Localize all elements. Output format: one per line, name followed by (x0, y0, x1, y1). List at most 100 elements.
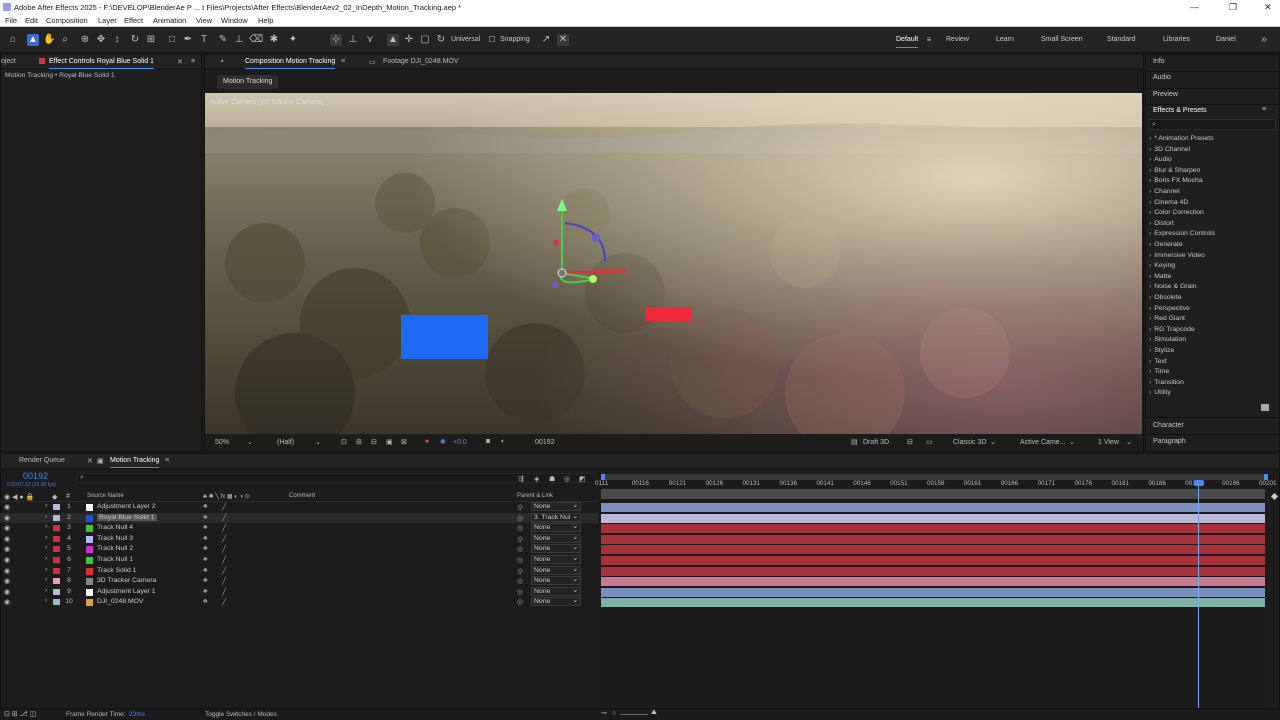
rotate-tool-icon[interactable]: ↻ (129, 34, 141, 46)
effect-category-item[interactable]: * Animation Presets (1149, 135, 1213, 142)
pickwhip-icon[interactable]: ◎ (517, 545, 523, 553)
view-layout-select[interactable]: 1 View (1098, 439, 1119, 446)
layer-duration-bar[interactable] (601, 545, 1265, 555)
effect-category-item[interactable]: Expression Controls (1149, 230, 1215, 237)
pickwhip-icon[interactable]: ◎ (517, 535, 523, 543)
comp-breadcrumb-chip[interactable]: Motion Tracking (217, 75, 279, 89)
shy-switch-icon[interactable]: ♣ (203, 588, 208, 595)
paragraph-panel-tab[interactable]: Paragraph (1153, 438, 1186, 445)
layer-duration-bar[interactable] (601, 577, 1265, 587)
pan-tool-icon[interactable]: ✥ (95, 34, 107, 46)
quality-switch-icon[interactable]: ╱ (222, 577, 226, 585)
footage-icon[interactable]: ▭ (369, 58, 376, 66)
menu-effect[interactable]: Effect (124, 16, 143, 25)
layer-row[interactable]: ◉ › 9 Adjustment Layer 1 ♣ ╱ ◎ None (0, 586, 598, 598)
layer-row[interactable]: ◉ › 2 Royal Blue Solid 1 ♣ ╱ ◎ 3. Track Nul (0, 512, 598, 524)
layer-row[interactable]: ◉ › 5 Track Null 2 ♣ ╱ ◎ None (0, 543, 598, 555)
3d-scale-icon[interactable]: ▢ (419, 34, 431, 46)
label-color-swatch[interactable] (53, 525, 60, 532)
tab-render-queue[interactable]: Render Queue (19, 457, 65, 464)
dolly-tool-icon[interactable]: ↕ (111, 34, 123, 46)
expand-chevron-icon[interactable]: › (45, 566, 47, 573)
quality-switch-icon[interactable]: ╱ (222, 503, 226, 511)
effect-category-item[interactable]: Audio (1149, 156, 1171, 163)
extended-viewer-icon[interactable]: ⊟ (907, 438, 913, 446)
zoom-dropdown-icon[interactable]: ⌄ (247, 438, 253, 446)
pickwhip-icon[interactable]: ◎ (517, 524, 523, 532)
quality-switch-icon[interactable]: ╱ (222, 524, 226, 532)
timeline-menu-icon[interactable]: ≡ (165, 457, 169, 464)
effect-category-item[interactable]: Time (1149, 368, 1169, 375)
parent-select[interactable]: None (531, 575, 581, 586)
menu-window[interactable]: Window (221, 16, 248, 25)
zoom-slider-track[interactable] (620, 714, 648, 715)
current-time-display[interactable]: 00192 (535, 439, 554, 446)
renderer-dropdown-icon[interactable]: ⌄ (990, 438, 996, 446)
snapping-checkbox[interactable]: ☐ (486, 34, 498, 46)
clone-stamp-icon[interactable]: ⊥ (233, 34, 245, 46)
comment-header[interactable]: Comment (289, 493, 315, 499)
effect-category-item[interactable]: Perspective (1149, 305, 1190, 312)
effects-menu-icon[interactable]: ≡ (1262, 106, 1266, 113)
visibility-eye-icon[interactable]: ◉ (4, 588, 10, 596)
layer-name[interactable]: Track Null 4 (97, 524, 133, 531)
quality-switch-icon[interactable]: ╱ (222, 598, 226, 606)
pickwhip-icon[interactable]: ◎ (517, 598, 523, 606)
shy-switch-icon[interactable]: ♣ (203, 556, 208, 563)
menu-view[interactable]: View (196, 16, 212, 25)
shy-switch-icon[interactable]: ♣ (203, 514, 208, 521)
menu-composition[interactable]: Composition (46, 16, 88, 25)
label-color-swatch[interactable] (53, 546, 60, 553)
type-tool-icon[interactable]: T (198, 34, 210, 46)
close-button[interactable]: ✕ (1264, 2, 1272, 13)
zoom-out-icon[interactable]: ⊸ (601, 709, 607, 717)
new-bin-icon[interactable] (1261, 404, 1269, 411)
effect-category-item[interactable]: 3D Channel (1149, 146, 1190, 153)
shy-switch-icon[interactable]: ♣ (203, 567, 208, 574)
workspace-learn[interactable]: Learn (996, 36, 1014, 43)
layer-duration-bar[interactable] (601, 587, 1265, 597)
layer-name[interactable]: Royal Blue Solid 1 (97, 513, 157, 521)
eraser-tool-icon[interactable]: ⌫ (249, 34, 263, 46)
axis-view-icon[interactable]: ⋎ (364, 34, 376, 46)
effect-category-item[interactable]: Cinema 4D (1149, 199, 1188, 206)
axis-world-icon[interactable]: ⊥ (347, 34, 359, 46)
exposure-value[interactable]: +0.0 (453, 439, 467, 446)
close-tab-icon[interactable]: ✕ (177, 58, 183, 66)
workspace-small-screen[interactable]: Small Screen (1041, 36, 1083, 43)
effect-category-item[interactable]: Color Correction (1149, 209, 1203, 216)
color-management-icon[interactable]: ✺ (440, 438, 446, 446)
layer-duration-bar[interactable] (601, 534, 1265, 544)
expand-chevron-icon[interactable]: › (45, 555, 47, 562)
snapshot-icon[interactable]: ◙ (486, 438, 490, 445)
layer-name[interactable]: DJI_0248.MOV (97, 598, 143, 605)
workspace-standard[interactable]: Standard (1107, 36, 1135, 43)
effect-category-item[interactable]: Generate (1149, 241, 1182, 248)
visibility-eye-icon[interactable]: ◉ (4, 598, 10, 606)
shy-switch-icon[interactable]: ♣ (203, 524, 208, 531)
comp-panel-menu-icon[interactable]: ≡ (341, 58, 345, 65)
parent-select[interactable]: None (531, 501, 581, 511)
visibility-eye-icon[interactable]: ◉ (4, 524, 10, 532)
lock-icon[interactable]: ▪ (221, 58, 223, 65)
close-render-tab-icon[interactable]: ✕ (87, 457, 93, 465)
label-color-swatch[interactable] (53, 588, 60, 595)
layer-row[interactable]: ◉ › 6 Track Null 1 ♣ ╱ ◎ None (0, 554, 598, 566)
zoom-tool-icon[interactable]: ⌕ (59, 34, 71, 46)
visibility-eye-icon[interactable]: ◉ (4, 535, 10, 543)
roto-brush-icon[interactable]: ✱ (268, 34, 280, 46)
3d-rotate-icon[interactable]: ↻ (435, 34, 447, 46)
workspace-libraries[interactable]: Libraries (1163, 36, 1190, 43)
layer-duration-bar[interactable] (601, 503, 1265, 512)
pan-behind-tool-icon[interactable]: ⊞ (145, 34, 157, 46)
renderer-select[interactable]: Classic 3D (953, 439, 986, 446)
layer-duration-bar[interactable] (601, 556, 1265, 565)
pickwhip-icon[interactable]: ◎ (517, 514, 523, 522)
effect-category-item[interactable]: Utility (1149, 389, 1171, 396)
composition-viewer[interactable]: Active Camera (3D Tracker Camera) (205, 93, 1142, 434)
graph-editor-icon[interactable]: ◩ (579, 475, 586, 483)
3d-move-icon[interactable]: ✛ (403, 34, 415, 46)
shy-switch-icon[interactable]: ♣ (203, 545, 208, 552)
layer-row[interactable]: ◉ › 10 DJI_0248.MOV ♣ ╱ ◎ None (0, 596, 598, 608)
effect-category-item[interactable]: Transition (1149, 379, 1184, 386)
